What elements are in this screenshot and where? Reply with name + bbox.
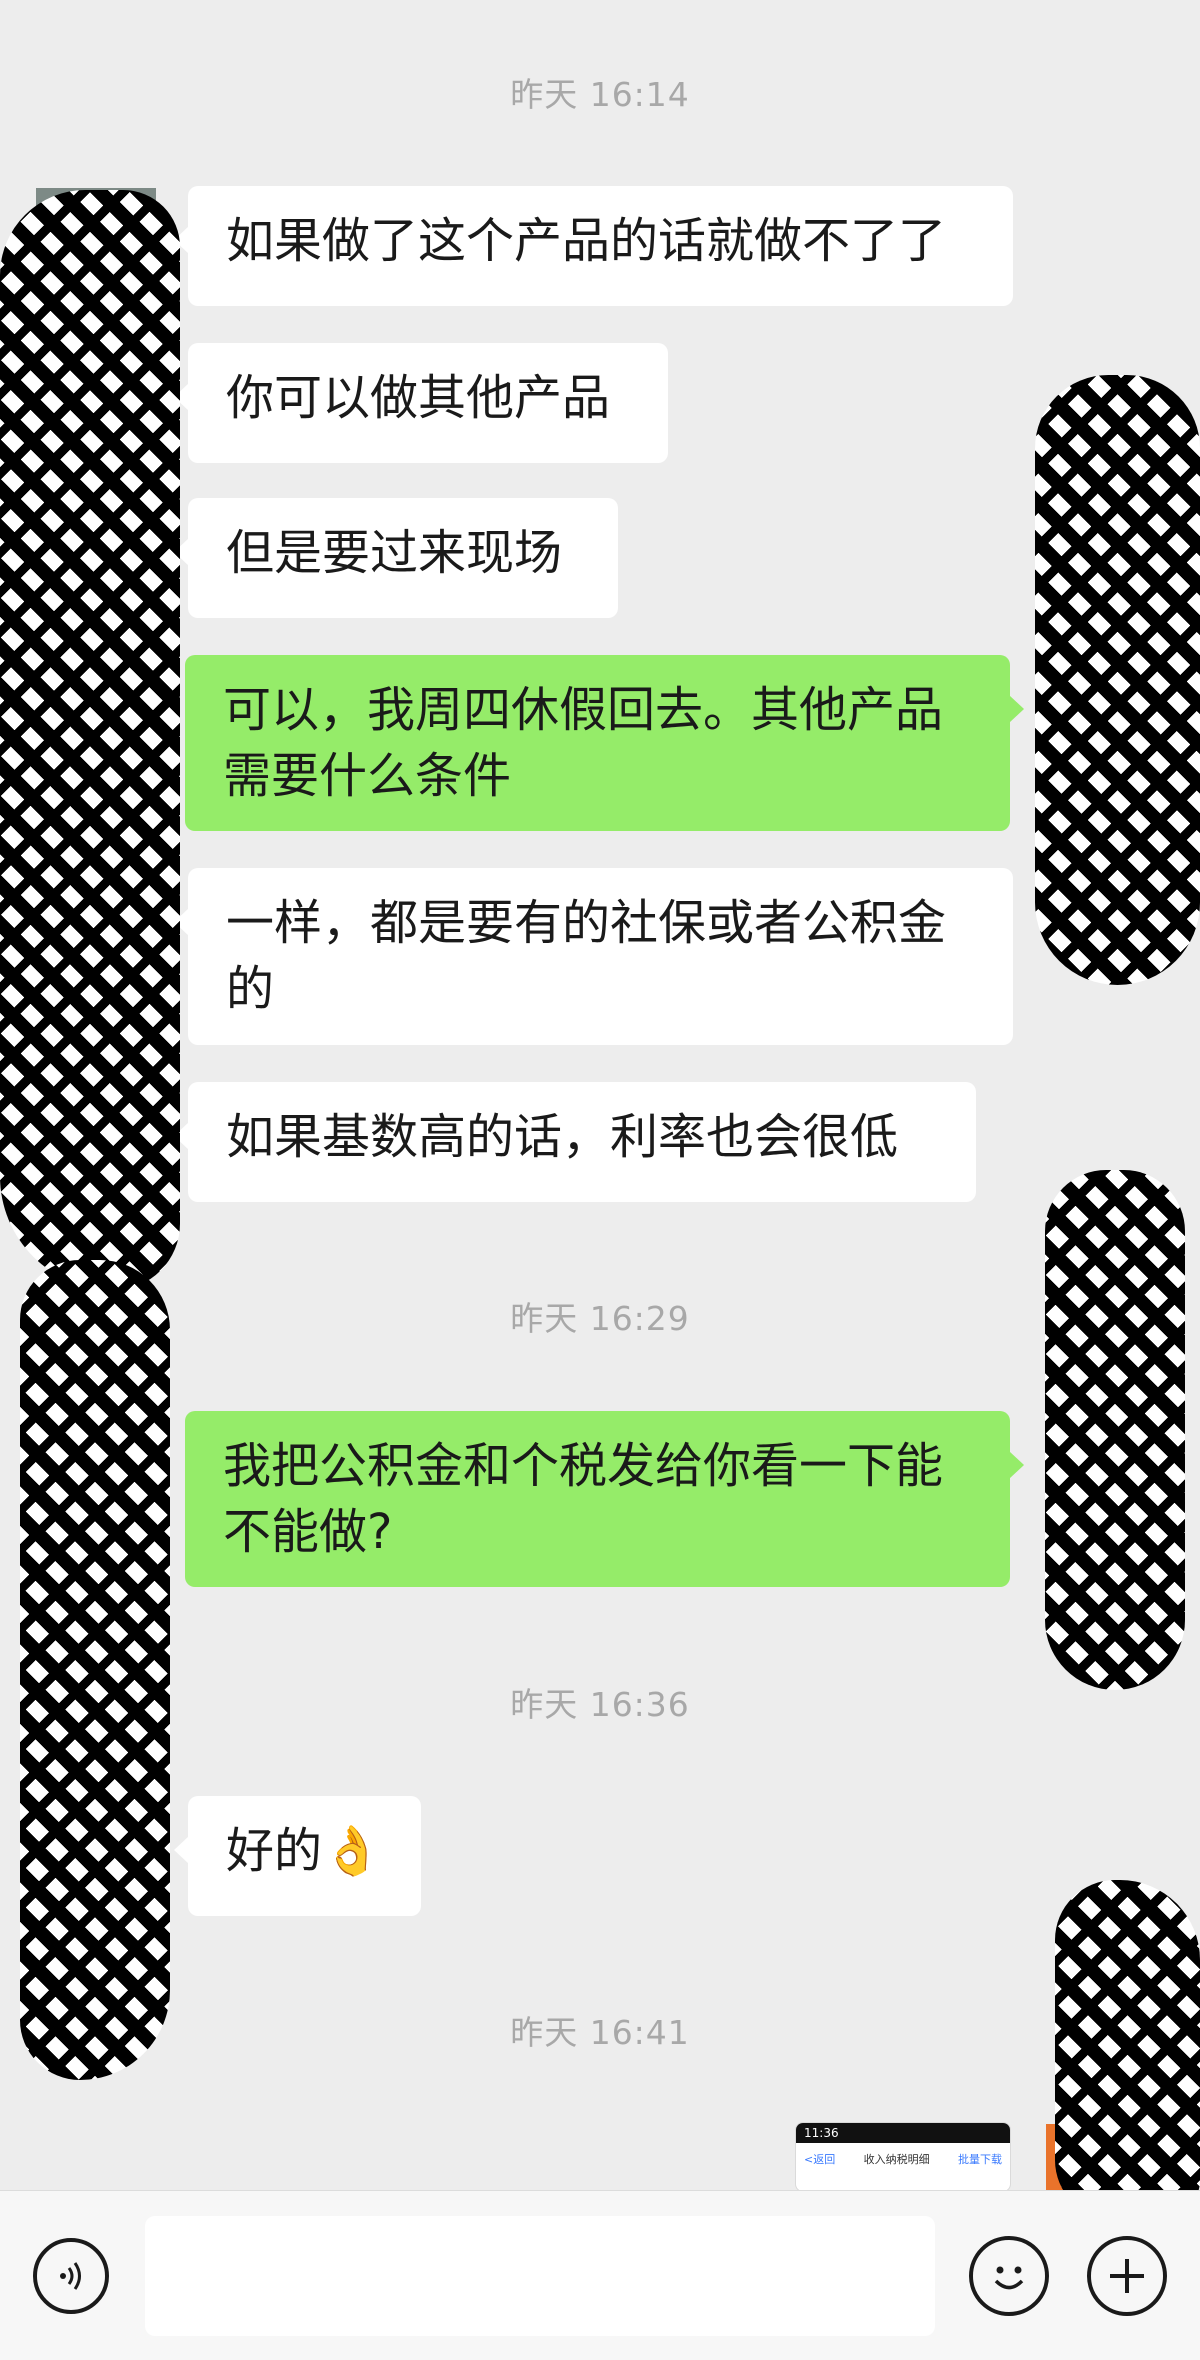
redaction-mark bbox=[20, 1260, 170, 2080]
message-bubble-incoming[interactable]: 如果做了这个产品的话就做不了了 bbox=[174, 186, 1013, 306]
message-bubble-incoming[interactable]: 你可以做其他产品 bbox=[174, 343, 668, 463]
redaction-mark bbox=[1045, 1170, 1185, 1690]
voice-icon[interactable] bbox=[33, 2238, 109, 2314]
timestamp: 昨天 16:36 bbox=[510, 1685, 690, 1724]
timestamp: 昨天 16:14 bbox=[510, 75, 690, 114]
preview-status-time: 11:36 bbox=[796, 2123, 1010, 2143]
message-bubble-incoming[interactable]: 如果基数高的话，利率也会很低 bbox=[174, 1082, 976, 1202]
chat-input-bar bbox=[0, 2190, 1200, 2360]
preview-link: 批量下载 bbox=[958, 2153, 1002, 2166]
message-bubble-incoming[interactable]: 一样，都是要有的社保或者公积金 的 bbox=[174, 868, 1013, 1045]
message-bubble-outgoing[interactable]: 我把公积金和个税发给你看一下能 不能做? bbox=[185, 1411, 1024, 1587]
preview-back-link: <返回 bbox=[804, 2153, 836, 2166]
message-bubble-incoming[interactable]: 但是要过来现场 bbox=[174, 498, 618, 618]
timestamp: 昨天 16:41 bbox=[510, 2013, 690, 2052]
message-input[interactable] bbox=[145, 2216, 935, 2336]
message-bubble-outgoing[interactable]: 可以，我周四休假回去。其他产品 需要什么条件 bbox=[185, 655, 1024, 831]
image-message-preview[interactable]: 11:36 <返回 收入纳税明细 批量下载 bbox=[795, 2122, 1011, 2192]
preview-title: 收入纳税明细 bbox=[863, 2153, 930, 2166]
redaction-mark bbox=[1055, 1880, 1200, 2220]
redaction-mark bbox=[0, 190, 180, 1290]
plus-icon[interactable] bbox=[1087, 2236, 1167, 2316]
redaction-mark bbox=[1035, 375, 1200, 985]
message-bubble-incoming[interactable]: 好的👌 bbox=[174, 1796, 421, 1916]
timestamp: 昨天 16:29 bbox=[510, 1299, 690, 1338]
emoji-icon[interactable] bbox=[969, 2236, 1049, 2316]
